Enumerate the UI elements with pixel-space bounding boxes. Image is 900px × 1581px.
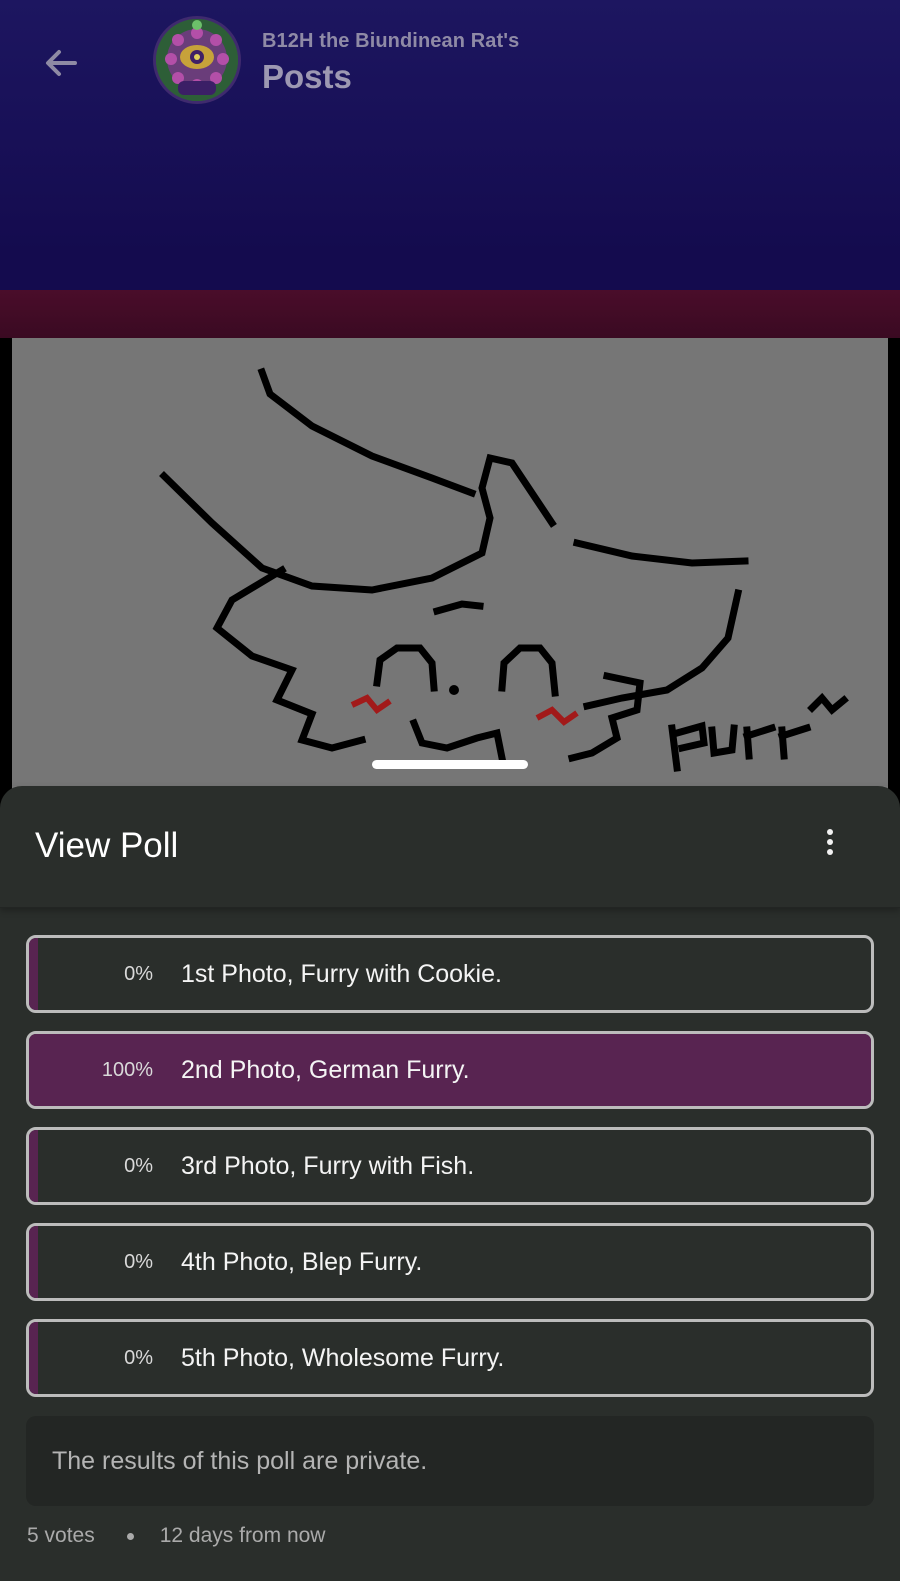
more-options-button[interactable] — [812, 822, 848, 862]
poll-option-percent: 0% — [124, 963, 153, 985]
poll-option-label: 5th Photo, Wholesome Furry. — [181, 1344, 505, 1372]
arrow-left-icon — [46, 50, 77, 76]
poll-option-percent: 0% — [124, 1251, 153, 1273]
community-avatar-icon — [156, 19, 238, 101]
poll-option-4[interactable]: 0% 4th Photo, Blep Furry. — [26, 1223, 874, 1301]
poll-option-percent: 0% — [124, 1347, 153, 1369]
poll-option-percent: 100% — [101, 1059, 153, 1081]
vote-count: 5 votes — [27, 1524, 95, 1547]
poll-option-3[interactable]: 0% 3rd Photo, Furry with Fish. — [26, 1127, 874, 1205]
poll-option-label: 3rd Photo, Furry with Fish. — [181, 1152, 475, 1180]
furry-sketch-image — [159, 367, 849, 772]
header-banner-strip — [0, 290, 900, 338]
community-avatar[interactable] — [156, 19, 238, 101]
post-image[interactable] — [12, 338, 888, 790]
sheet-drag-handle[interactable] — [372, 760, 528, 769]
private-results-text: The results of this poll are private. — [52, 1447, 428, 1475]
poll-option-1[interactable]: 0% 1st Photo, Furry with Cookie. — [26, 935, 874, 1013]
poll-option-5[interactable]: 0% 5th Photo, Wholesome Furry. — [26, 1319, 874, 1397]
poll-option-percent: 0% — [124, 1155, 153, 1177]
sheet-title: View Poll — [35, 826, 179, 865]
separator-dot — [126, 1532, 134, 1540]
private-results-notice: The results of this poll are private. — [26, 1416, 874, 1506]
back-button[interactable] — [36, 38, 86, 88]
poll-option-label: 1st Photo, Furry with Cookie. — [181, 960, 502, 988]
page-title: Posts — [262, 58, 352, 95]
poll-option-label: 2nd Photo, German Furry. — [181, 1056, 470, 1084]
sheet-header: View Poll — [0, 786, 900, 908]
poll-option-2[interactable]: 100% 2nd Photo, German Furry. — [26, 1031, 874, 1109]
more-vertical-icon — [827, 829, 833, 835]
poll-option-label: 4th Photo, Blep Furry. — [181, 1248, 423, 1276]
community-name: B12H the Biundinean Rat's — [262, 30, 520, 52]
poll-footer: 5 votes 12 days from now — [27, 1524, 325, 1548]
poll-expiry: 12 days from now — [159, 1524, 326, 1547]
